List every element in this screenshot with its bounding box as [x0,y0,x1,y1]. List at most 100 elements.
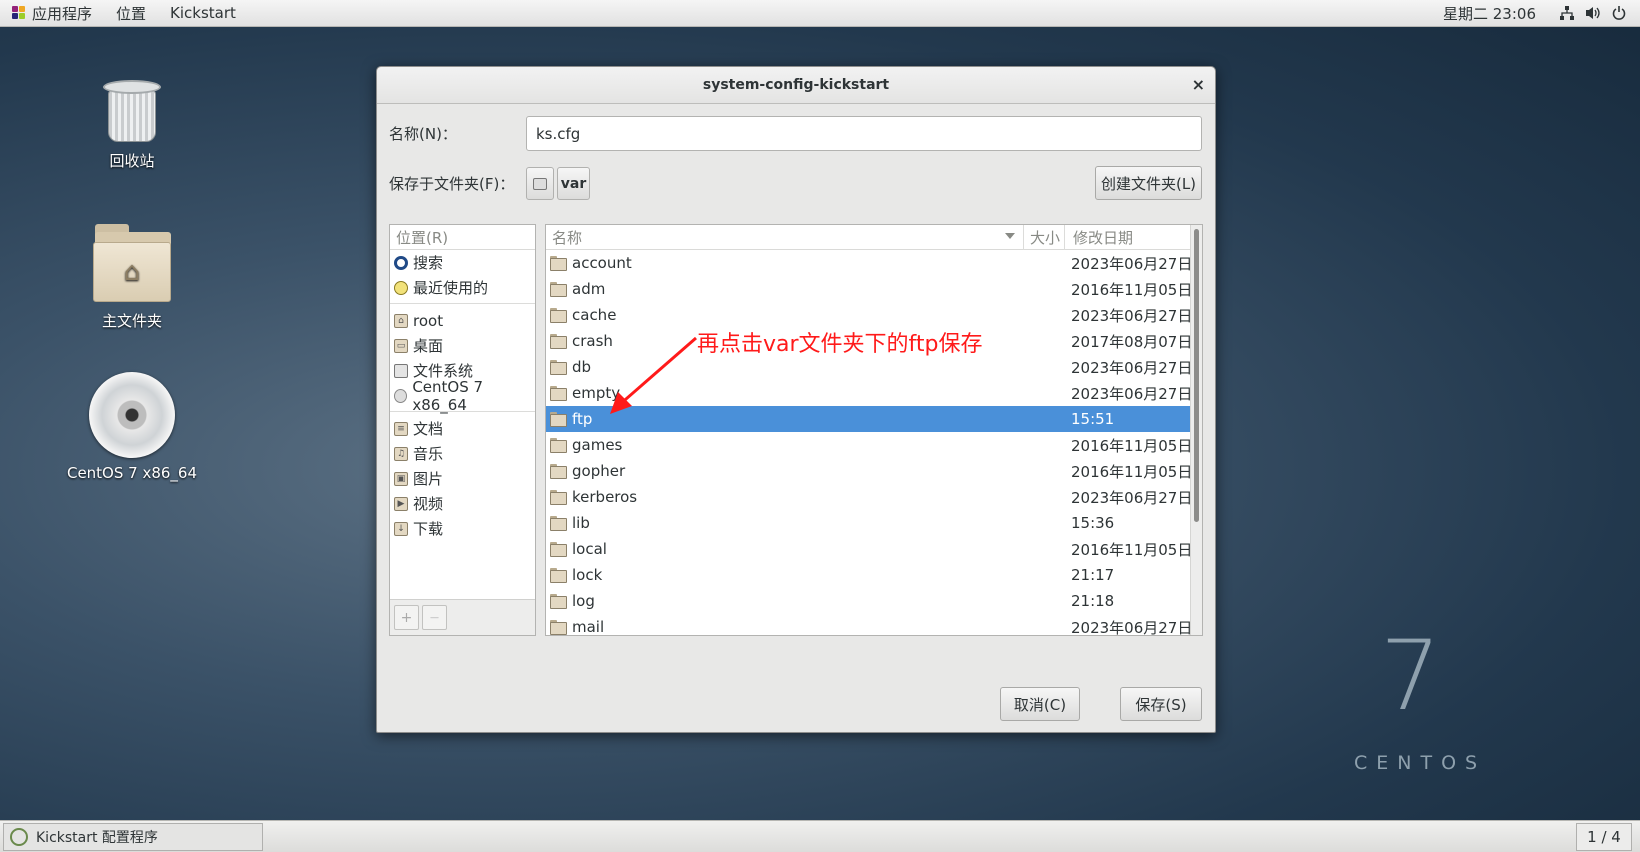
folder-icon [550,282,567,297]
downloads-folder-icon: ↓ [394,521,408,536]
taskbar: Kickstart 配置程序 1 / 4 [0,820,1640,852]
close-icon[interactable]: × [1192,75,1205,94]
place-root[interactable]: ⌂ root [390,308,535,333]
videos-folder-icon: ▶ [394,496,408,511]
file-row[interactable]: lib 15:36 [546,510,1202,536]
file-date: 2017年08月07日 [1071,332,1193,351]
file-row[interactable]: mail 2023年06月27日 [546,614,1202,636]
place-search[interactable]: 搜索 [390,250,535,275]
place-documents[interactable]: ≡ 文档 [390,416,535,441]
file-row[interactable]: log 21:18 [546,588,1202,614]
cancel-button[interactable]: 取消(C) [1000,687,1080,721]
file-name: mail [572,618,605,636]
place-videos[interactable]: ▶ 视频 [390,491,535,516]
save-button[interactable]: 保存(S) [1120,687,1202,721]
folder-icon [550,334,567,349]
scrollbar[interactable] [1190,225,1202,635]
file-name: db [572,358,592,376]
filename-value: ks.cfg [536,124,581,143]
file-row[interactable]: games 2016年11月05日 [546,432,1202,458]
place-desktop[interactable]: ▭ 桌面 [390,333,535,358]
desktop-folder-icon: ▭ [394,338,408,353]
place-recent[interactable]: 最近使用的 [390,275,535,300]
applications-menu[interactable]: 应用程序 [0,0,104,27]
folder-icon [550,620,567,635]
volume-icon[interactable] [1580,0,1606,27]
place-pictures-label: 图片 [413,470,444,488]
remove-bookmark-button[interactable]: — [422,605,447,630]
place-music[interactable]: ♫ 音乐 [390,441,535,466]
power-icon[interactable] [1606,0,1632,27]
file-name: cache [572,306,617,324]
kickstart-app-icon [10,828,28,846]
places-sidebar: 位置(R) 搜索 最近使用的 ⌂ root ▭ 桌面 文件系统 CentOS 7 x… [389,224,536,636]
place-downloads-label: 下载 [413,520,444,538]
kickstart-app-menu-label: Kickstart [170,4,236,22]
taskbar-window-button[interactable]: Kickstart 配置程序 [3,823,263,851]
crumb-var-button[interactable]: var [557,167,590,200]
file-date: 2023年06月27日 [1071,254,1193,273]
file-date: 21:18 [1071,592,1115,610]
drive-icon [533,177,547,190]
folder-icon [550,360,567,375]
desktop-trash[interactable]: 回收站 [62,80,202,171]
folder-icon [550,256,567,271]
column-name-header[interactable]: 名称 [546,225,1024,250]
place-pictures[interactable]: ▣ 图片 [390,466,535,491]
column-name-label: 名称 [552,228,583,247]
create-folder-button[interactable]: 创建文件夹(L) [1095,166,1202,200]
centos-word-watermark: CENTOS [1354,752,1487,774]
places-menu[interactable]: 位置 [104,0,158,27]
file-name-cell: account [546,254,1071,272]
applications-menu-label: 应用程序 [32,4,93,23]
desktop-cd[interactable]: CentOS 7 x86_64 [62,372,202,482]
apps-logo-icon [12,6,26,20]
column-date-header[interactable]: 修改日期 [1065,225,1133,250]
file-row[interactable]: gopher 2016年11月05日 [546,458,1202,484]
file-row[interactable]: adm 2016年11月05日 [546,276,1202,302]
places-separator [390,303,535,304]
dialog-titlebar[interactable]: system-config-kickstart × [377,67,1215,104]
scrollbar-thumb[interactable] [1194,229,1199,522]
save-folder-label: 保存于文件夹(F)： [389,175,515,193]
network-icon[interactable] [1554,0,1580,27]
file-name: lock [572,566,603,584]
file-name-cell: local [546,540,1071,558]
create-folder-label: 创建文件夹(L) [1100,174,1197,193]
file-name-cell: mail [546,618,1071,636]
crumb-root-button[interactable] [526,167,554,200]
clock[interactable]: 星期二 23:06 [1431,0,1554,27]
cancel-label: 取消(C) [1013,695,1067,714]
add-bookmark-button[interactable]: + [394,605,419,630]
filename-input[interactable]: ks.cfg [526,116,1202,151]
file-row[interactable]: kerberos 2023年06月27日 [546,484,1202,510]
folder-icon [550,594,567,609]
desktop-home-folder[interactable]: ⌂ 主文件夹 [62,222,202,331]
workspace-pager[interactable]: 1 / 4 [1576,823,1632,851]
file-name-cell: cache [546,306,1071,324]
desktop-trash-label: 回收站 [109,152,155,170]
file-row[interactable]: local 2016年11月05日 [546,536,1202,562]
place-music-label: 音乐 [413,445,444,463]
place-cd[interactable]: CentOS 7 x86_64 [390,378,535,414]
file-date: 15:36 [1071,514,1115,532]
file-date: 2023年06月27日 [1071,384,1193,403]
kickstart-app-menu[interactable]: Kickstart [158,0,248,27]
file-row[interactable]: lock 21:17 [546,562,1202,588]
file-row[interactable]: cache 2023年06月27日 [546,302,1202,328]
home-folder-icon: ⌂ [394,313,408,328]
file-name: local [572,540,607,558]
folder-icon [550,490,567,505]
dialog-title: system-config-kickstart [702,77,890,93]
name-label: 名称(N)： [389,125,457,143]
desktop-cd-label: CentOS 7 x86_64 [66,464,198,482]
file-name-cell: gopher [546,462,1071,480]
place-downloads[interactable]: ↓ 下载 [390,516,535,541]
places-header: 位置(R) [390,225,535,250]
file-date: 2023年06月27日 [1071,306,1193,325]
column-size-header[interactable]: 大小 [1024,225,1065,250]
file-date: 2023年06月27日 [1071,618,1193,636]
file-row[interactable]: account 2023年06月27日 [546,250,1202,276]
sort-down-icon [1005,232,1015,239]
file-name-cell: adm [546,280,1071,298]
